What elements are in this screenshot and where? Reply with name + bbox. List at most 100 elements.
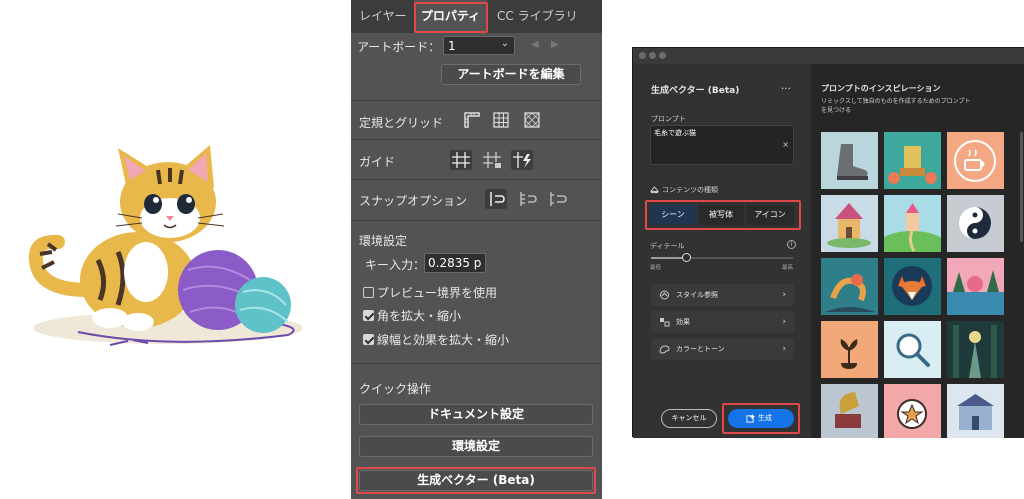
inspiration-grid [821, 132, 1019, 438]
inspiration-thumb-coffee-icon[interactable] [947, 132, 1004, 189]
dialog-title: 生成ベクター (Beta) [651, 86, 740, 96]
show-guides-icon[interactable] [450, 150, 472, 170]
preferences-label: 環境設定 [359, 234, 408, 248]
divider [351, 139, 602, 140]
more-options-icon[interactable]: … [781, 81, 791, 92]
document-setup-button[interactable]: ドキュメント設定 [359, 404, 593, 425]
inspiration-title: プロンプトのインスピレーション [821, 84, 941, 93]
rulers-grids-label: 定規とグリッド [359, 116, 444, 130]
generative-vector-highlight [356, 467, 596, 494]
quick-actions-label: クイック操作 [359, 382, 432, 396]
prompt-textarea[interactable]: 毛糸で遊ぶ猫 × [650, 125, 794, 165]
detail-slider-thumb[interactable] [682, 253, 691, 262]
grid-icon[interactable] [492, 111, 510, 129]
cancel-button[interactable]: キャンセル [661, 409, 717, 428]
chevron-right-icon: › [782, 290, 786, 300]
artboard-select-value: 1 [448, 39, 456, 53]
inspiration-thumb-throne[interactable] [884, 132, 941, 189]
divider [351, 220, 602, 221]
preview-bounds-checkbox[interactable] [363, 287, 374, 298]
info-icon[interactable]: i [787, 240, 796, 249]
inspiration-pane: プロンプトのインスピレーション リミックスして独自のものを作成するためのプロンプ… [811, 64, 1024, 438]
snap-to-pixel-icon[interactable] [517, 189, 539, 209]
artboard-label: アートボード： [357, 40, 441, 54]
prev-artboard-icon[interactable]: ◀ [531, 39, 539, 50]
edit-artboard-button[interactable]: アートボードを編集 [441, 64, 581, 85]
inspiration-thumb-castle[interactable] [884, 195, 941, 252]
properties-panel: レイヤー プロパティ CC ライブラリ アートボード： 1 ⌄ ◀ ▶ アートボ… [351, 0, 602, 499]
divider [351, 100, 602, 101]
key-input-value: 0.2835 p [428, 256, 482, 270]
divider [351, 363, 602, 364]
dialog-settings-pane: 生成ベクター (Beta) … プロンプト 毛糸で遊ぶ猫 × コンテンツの種類 … [633, 64, 811, 438]
preferences-button[interactable]: 環境設定 [359, 436, 593, 457]
generative-vector-dialog: 生成ベクター (Beta) … プロンプト 毛糸で遊ぶ猫 × コンテンツの種類 … [632, 47, 1024, 438]
inspiration-thumb-forest-path[interactable] [947, 321, 1004, 378]
prompt-label: プロンプト [651, 115, 686, 123]
inspiration-thumb-boot[interactable] [821, 132, 878, 189]
dialog-titlebar [633, 48, 1024, 64]
detail-label: ディテール [650, 242, 685, 250]
generate-button-label: 生成 [758, 414, 772, 422]
close-window-icon[interactable] [639, 52, 646, 59]
zoom-window-icon[interactable] [659, 52, 666, 59]
clear-prompt-icon[interactable]: × [782, 140, 789, 149]
inspiration-subtitle-1: リミックスして独自のものを作成するためのプロンプト [821, 98, 971, 105]
inspiration-thumb-dragon[interactable] [821, 258, 878, 315]
scale-strokes-label: 線幅と効果を拡大・縮小 [377, 333, 510, 347]
generate-button[interactable]: 生成 [728, 409, 794, 428]
inspiration-thumb-star-badge[interactable] [884, 384, 941, 438]
divider [351, 179, 602, 180]
tab-cc-libraries[interactable]: CC ライブラリ [497, 0, 592, 33]
prompt-text: 毛糸で遊ぶ猫 [654, 129, 696, 137]
color-tone-label: カラーとトーン [676, 345, 725, 353]
artboard-select[interactable]: 1 ⌄ [443, 36, 515, 55]
key-input-label: キー入力： [365, 258, 426, 272]
inspiration-thumb-magnifier[interactable] [884, 321, 941, 378]
effects-icon [660, 318, 670, 327]
ruler-icon[interactable] [463, 111, 481, 129]
chevron-right-icon: › [782, 317, 786, 327]
content-type-scene[interactable]: シーン [650, 205, 696, 225]
key-input-field[interactable]: 0.2835 p [424, 253, 486, 273]
tab-layers[interactable]: レイヤー [359, 0, 417, 33]
inspiration-thumb-fox[interactable] [884, 258, 941, 315]
inspiration-thumb-gramophone[interactable] [821, 384, 878, 438]
content-type-icon-option[interactable]: アイコン [746, 205, 794, 225]
properties-tab-highlight [414, 2, 488, 33]
detail-slider-track[interactable] [651, 253, 793, 262]
smart-guides-icon[interactable] [511, 150, 533, 170]
preview-bounds-label: プレビュー境界を使用 [377, 286, 498, 300]
style-reference-icon [660, 290, 669, 300]
next-artboard-icon[interactable]: ▶ [551, 39, 559, 50]
inspiration-thumb-house[interactable] [821, 195, 878, 252]
snap-to-glyph-icon[interactable] [547, 189, 569, 209]
generate-sparkle-icon [746, 414, 755, 423]
chevron-right-icon: › [782, 344, 786, 354]
style-reference-label: スタイル参照 [676, 291, 718, 299]
transparency-grid-icon[interactable] [523, 111, 541, 129]
content-type-label: コンテンツの種類 [662, 186, 718, 194]
minimize-window-icon[interactable] [649, 52, 656, 59]
scale-strokes-checkbox[interactable] [363, 334, 374, 345]
inspiration-thumb-sprout[interactable] [821, 321, 878, 378]
detail-max-label: 最高 [782, 265, 794, 271]
snap-to-point-icon[interactable] [485, 189, 507, 209]
chevron-down-icon: ⌄ [500, 38, 509, 49]
guides-label: ガイド [359, 155, 396, 169]
scale-corners-label: 角を拡大・縮小 [377, 309, 462, 323]
lock-guides-icon[interactable] [481, 150, 503, 170]
cat-with-yarn-illustration [28, 145, 303, 346]
inspiration-thumb-mansion[interactable] [947, 384, 1004, 438]
inspiration-thumb-yin-yang[interactable] [947, 195, 1004, 252]
effects-label: 効果 [676, 318, 690, 326]
content-type-subject[interactable]: 被写体 [698, 205, 744, 225]
style-reference-accordion[interactable]: スタイル参照 › [651, 284, 794, 306]
color-tone-accordion[interactable]: カラーとトーン › [651, 338, 794, 360]
inspiration-subtitle-2: を見つける [821, 107, 852, 114]
inspiration-thumb-forest-lake[interactable] [947, 258, 1004, 315]
scale-corners-checkbox[interactable] [363, 310, 374, 321]
effects-accordion[interactable]: 効果 › [651, 311, 794, 333]
inspiration-scrollbar[interactable] [1020, 132, 1023, 242]
detail-min-label: 最低 [650, 265, 662, 271]
